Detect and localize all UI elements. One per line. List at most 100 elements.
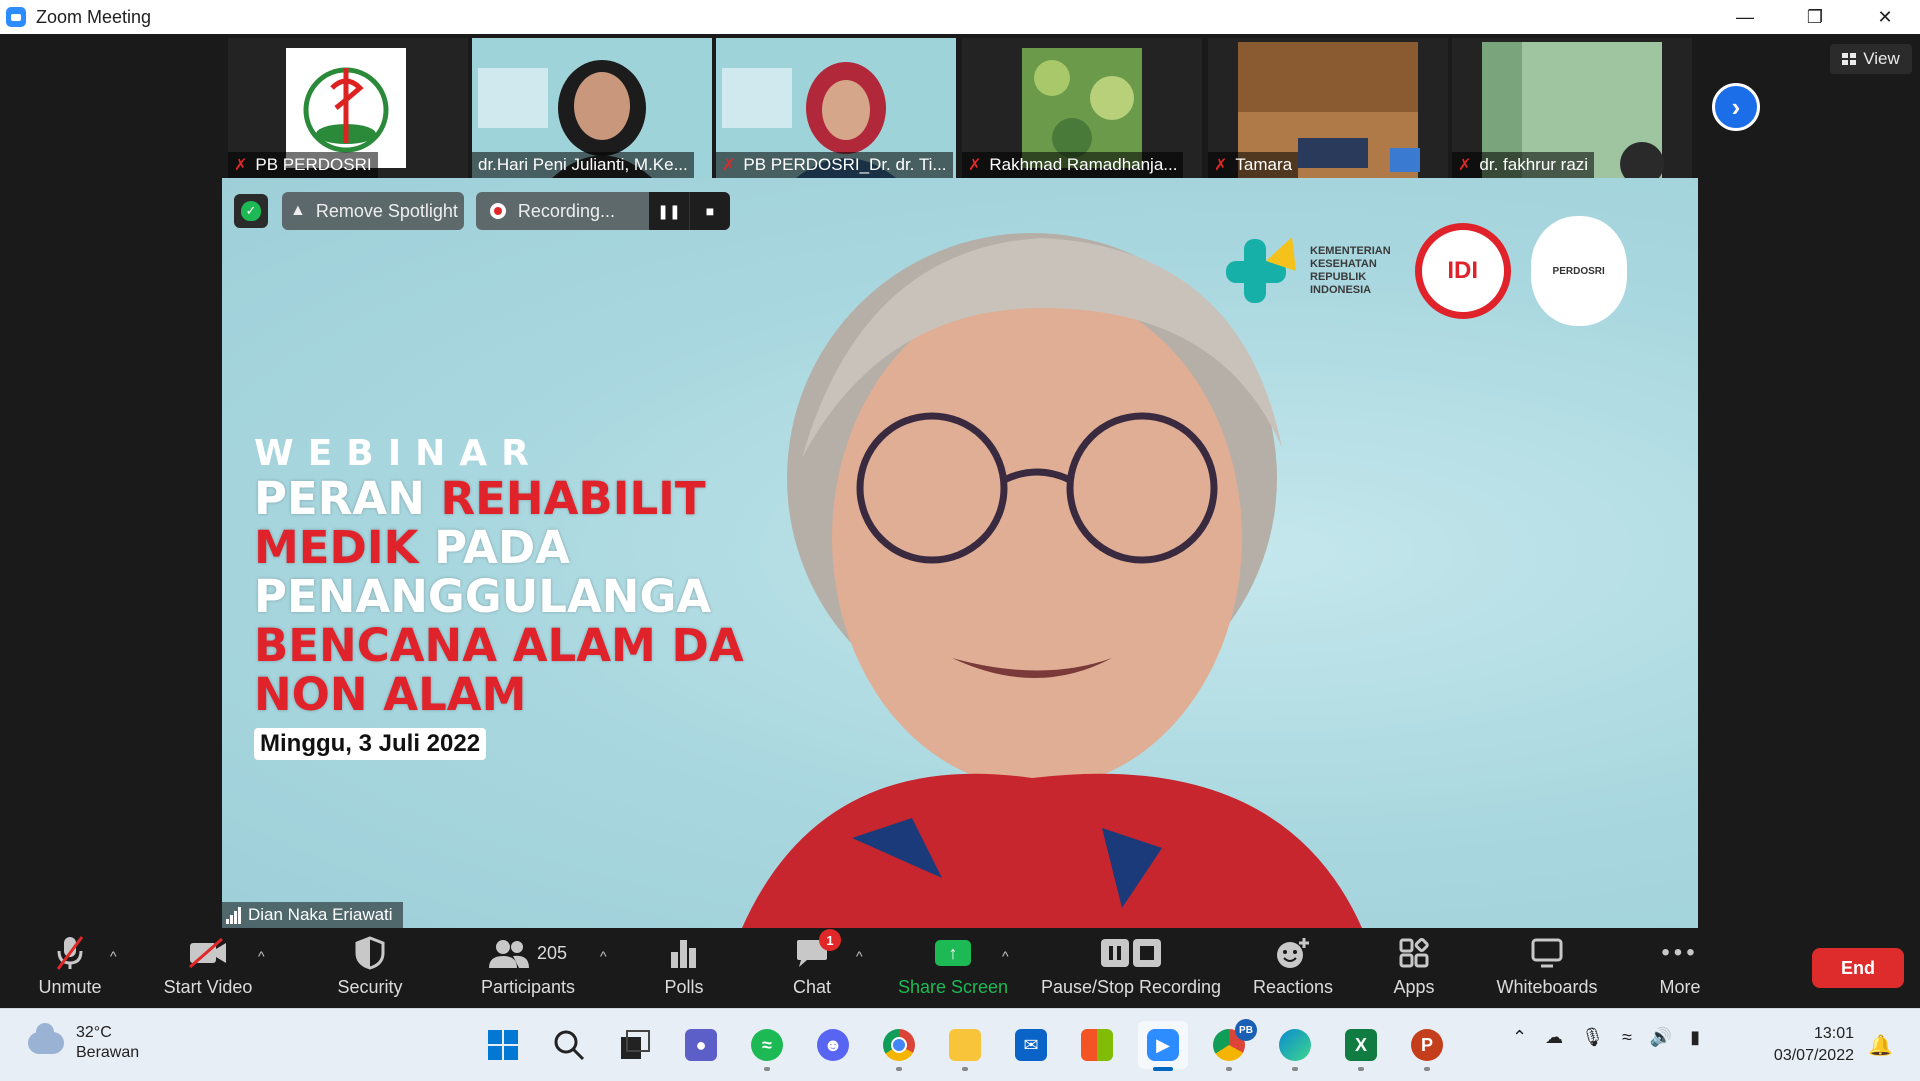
- chat-icon: 1: [795, 929, 841, 973]
- chrome-app[interactable]: [874, 1021, 924, 1071]
- security-shield-icon[interactable]: [234, 194, 268, 228]
- chat-options-caret[interactable]: ^: [856, 948, 863, 964]
- spotlight-video[interactable]: WEBINAR PERAN REHABILIT MEDIK PADA PENAN…: [222, 178, 1698, 928]
- mail-app[interactable]: ✉: [1006, 1021, 1056, 1069]
- more-button[interactable]: ••• More: [1650, 928, 1710, 1008]
- close-button[interactable]: ✕: [1850, 0, 1920, 34]
- weather-widget[interactable]: 32°C Berawan: [28, 1023, 139, 1063]
- windows-icon: [488, 1030, 518, 1060]
- muted-mic-icon: ✗: [968, 157, 982, 174]
- task-view-button[interactable]: [610, 1021, 660, 1069]
- whiteboards-button[interactable]: Whiteboards: [1490, 928, 1604, 1008]
- video-off-icon: [188, 933, 228, 973]
- remove-spotlight-button[interactable]: ▲ Remove Spotlight: [282, 192, 464, 230]
- participant-thumbnail[interactable]: ✗ Rakhmad Ramadhanja...: [962, 38, 1202, 178]
- participants-button[interactable]: 205 Participants: [476, 928, 580, 1008]
- spotify-app[interactable]: ≈: [742, 1021, 792, 1071]
- webinar-date: Minggu, 3 Juli 2022: [254, 728, 487, 760]
- stop-recording-button[interactable]: ■: [688, 192, 730, 230]
- chrome-icon: [883, 1029, 915, 1061]
- speaker-name-label: Dian Naka Eriawati: [222, 902, 403, 928]
- muted-mic-icon: ✗: [722, 157, 736, 174]
- polls-icon: [669, 933, 699, 973]
- participant-thumbnail[interactable]: ✗ PB PERDOSRI_Dr. dr. Ti...: [716, 38, 956, 178]
- windows-taskbar: 32°C Berawan ● ≈ ☻ ✉ ▶ PB X P ⌃ ☁ 🎙 ≈ 🔊 …: [0, 1008, 1920, 1081]
- audio-options-caret[interactable]: ^: [110, 948, 117, 964]
- profile-badge: PB: [1235, 1019, 1257, 1041]
- security-button[interactable]: Security: [330, 928, 410, 1008]
- participant-name-label: dr.Hari Peni Julianti, M.Ke...: [472, 152, 694, 178]
- participant-thumbnail[interactable]: dr.Hari Peni Julianti, M.Ke...: [472, 38, 712, 178]
- participants-options-caret[interactable]: ^: [600, 948, 607, 964]
- teams-chat-app[interactable]: ●: [676, 1021, 726, 1069]
- recording-icon: [489, 203, 506, 219]
- whiteboard-icon: [1531, 933, 1563, 973]
- participant-name-label: ✗ dr. fakhrur razi: [1452, 152, 1595, 178]
- unmute-button[interactable]: Unmute: [30, 928, 110, 1008]
- muted-mic-icon: ✗: [1214, 157, 1228, 174]
- pin-icon: ▲: [290, 202, 306, 219]
- chat-button[interactable]: 1 Chat: [782, 928, 842, 1008]
- more-icon: •••: [1661, 939, 1699, 966]
- zoom-icon: ▶: [1147, 1029, 1179, 1061]
- end-meeting-button[interactable]: End: [1812, 948, 1904, 988]
- muted-mic-icon: ✗: [1458, 157, 1472, 174]
- minimize-button[interactable]: —: [1710, 0, 1780, 34]
- participant-thumbnail[interactable]: ✗ PB PERDOSRI: [228, 38, 468, 178]
- pause-stop-recording-button[interactable]: Pause/Stop Recording: [1036, 928, 1226, 1008]
- window-controls: — ❐ ✕: [1710, 0, 1920, 34]
- notification-icon[interactable]: 🔔: [1868, 1033, 1893, 1058]
- video-options-caret[interactable]: ^: [258, 948, 265, 964]
- battery-icon[interactable]: ▮: [1690, 1027, 1700, 1048]
- onedrive-icon[interactable]: ☁: [1545, 1027, 1563, 1048]
- zoom-app[interactable]: ▶: [1138, 1021, 1188, 1071]
- participant-thumbnail[interactable]: ✗ Tamara: [1208, 38, 1448, 178]
- start-video-button[interactable]: Start Video: [158, 928, 258, 1008]
- excel-icon: X: [1345, 1029, 1377, 1061]
- taskbar-clock[interactable]: 13:01 03/07/2022: [1762, 1023, 1854, 1067]
- volume-icon[interactable]: 🔊: [1650, 1027, 1672, 1048]
- apps-button[interactable]: Apps: [1386, 928, 1442, 1008]
- participant-name-label: ✗ Tamara: [1208, 152, 1299, 178]
- idi-logo: IDI: [1414, 223, 1511, 319]
- mail-icon: ✉: [1015, 1029, 1047, 1061]
- system-tray: ⌃ ☁ 🎙 ≈ 🔊 ▮: [1512, 1027, 1718, 1048]
- start-button[interactable]: [478, 1021, 528, 1069]
- file-explorer-app[interactable]: [940, 1021, 990, 1071]
- powerpoint-app[interactable]: P: [1402, 1021, 1452, 1071]
- muted-mic-icon: ✗: [234, 157, 248, 174]
- next-page-button[interactable]: ›: [1712, 83, 1760, 131]
- polls-button[interactable]: Polls: [654, 928, 714, 1008]
- teams-chat-icon: ●: [685, 1029, 717, 1061]
- share-screen-button[interactable]: ↑ Share Screen: [896, 928, 1010, 1008]
- participant-name-label: ✗ Rakhmad Ramadhanja...: [962, 152, 1184, 178]
- wifi-icon[interactable]: ≈: [1622, 1027, 1632, 1048]
- task-view-icon: [621, 1030, 650, 1059]
- chrome-profile-app[interactable]: PB: [1204, 1019, 1257, 1071]
- discord-icon: ☻: [817, 1029, 849, 1061]
- participant-name-label: ✗ PB PERDOSRI: [228, 152, 378, 178]
- reactions-button[interactable]: Reactions: [1248, 928, 1338, 1008]
- webinar-slide-text: WEBINAR PERAN REHABILIT MEDIK PADA PENAN…: [254, 433, 744, 721]
- share-options-caret[interactable]: ^: [1002, 948, 1009, 964]
- participant-thumbnail[interactable]: ✗ dr. fakhrur razi: [1452, 38, 1692, 178]
- share-screen-icon: ↑: [935, 940, 971, 966]
- chevron-up-icon[interactable]: ⌃: [1512, 1027, 1527, 1048]
- grid-icon: [1842, 53, 1857, 65]
- meeting-area: ✗ PB PERDOSRI dr.Hari Peni Julianti, M.K…: [0, 34, 1920, 928]
- excel-app[interactable]: X: [1336, 1021, 1386, 1071]
- window-title: Zoom Meeting: [36, 6, 152, 27]
- participant-name-label: ✗ PB PERDOSRI_Dr. dr. Ti...: [716, 152, 953, 178]
- chrome-icon: PB: [1213, 1019, 1257, 1061]
- edge-app[interactable]: [1270, 1021, 1320, 1071]
- microphone-icon[interactable]: 🎙: [1581, 1027, 1604, 1048]
- restore-button[interactable]: ❐: [1780, 0, 1850, 34]
- discord-app[interactable]: ☻: [808, 1021, 858, 1069]
- chevron-right-icon: ›: [1731, 91, 1741, 122]
- pause-recording-button[interactable]: ❚❚: [648, 192, 689, 230]
- recording-controls-icon: [1099, 933, 1163, 973]
- view-button[interactable]: View: [1830, 44, 1912, 74]
- store-app[interactable]: [1072, 1021, 1122, 1069]
- powerpoint-icon: P: [1411, 1029, 1443, 1061]
- search-button[interactable]: [544, 1021, 594, 1069]
